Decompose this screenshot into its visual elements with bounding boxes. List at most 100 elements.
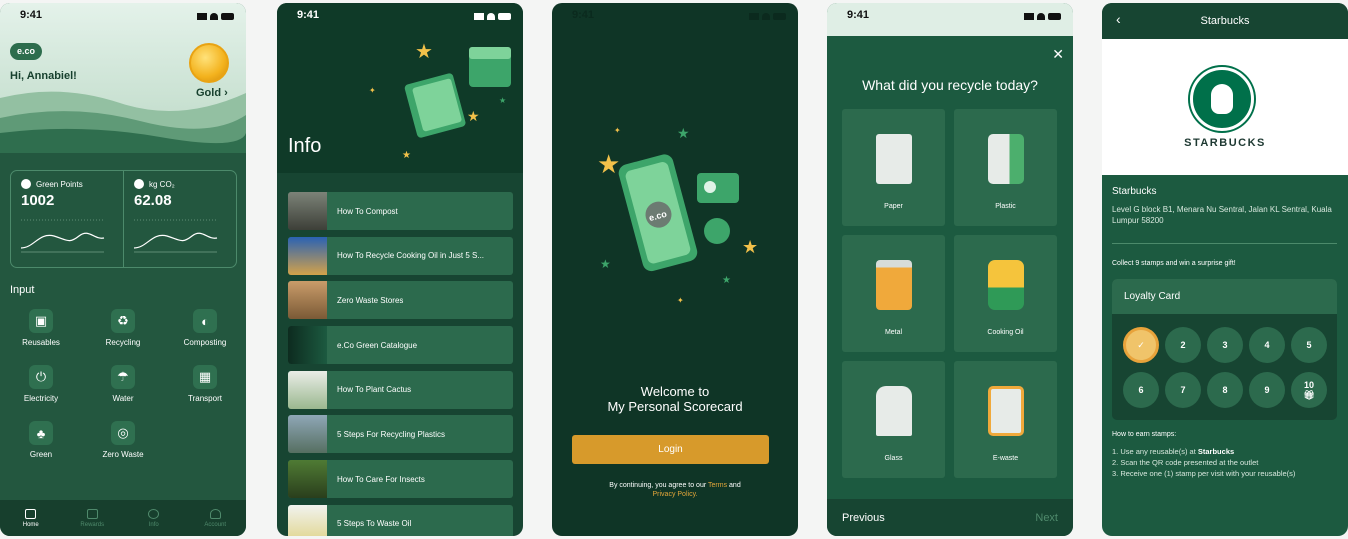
tab-rewards[interactable]: Rewards [62,500,124,536]
svg-text:★: ★ [499,96,506,105]
can-icon [876,260,912,310]
material-e-waste[interactable]: E-waste [954,361,1057,478]
leaf-icon [21,179,31,189]
list-item[interactable]: e.Co Green Catalogue [288,326,513,365]
svg-text:✦: ✦ [677,296,684,305]
starbucks-logo [1190,67,1254,131]
tab-account[interactable]: Account [185,500,247,536]
list-item[interactable]: 5 Steps For Recycling Plastics [288,415,513,454]
tab-info[interactable]: Info [123,500,185,536]
terms-prefix: By continuing, you agree to our [609,482,707,489]
article-title: How To Care For Insects [337,474,425,484]
recycle-screen: 9:41 ✕ What did you recycle today? Paper… [827,3,1073,536]
article-thumbnail [288,460,327,499]
phone-illustration: e.co ★ ★ ★ ★ ✦ ✦ ★ [597,125,758,305]
article-thumbnail [288,370,327,409]
tier-link[interactable]: Gold › [196,87,228,99]
status-time: 9:41 [297,9,320,21]
article-title: Zero Waste Stores [337,295,404,305]
tab-home[interactable]: Home [0,500,62,536]
loyalty-card: Loyalty Card ✓ 2 3 4 5 6 7 8 9 10 🎁︎ [1112,279,1337,420]
stats-card: Green Points 1002 kg CO₂ 62.08 [10,170,237,268]
svg-text:★: ★ [402,150,411,161]
article-thumbnail [288,236,327,275]
article-title: e.Co Green Catalogue [337,340,418,350]
list-item[interactable]: 5 Steps To Waste Oil [288,504,513,536]
article-title: How To Recycle Cooking Oil in Just 5 S..… [337,251,485,261]
tab-label: Home [22,521,39,528]
gold-coin-icon[interactable] [189,43,229,83]
co2-stat[interactable]: kg CO₂ 62.08 [123,171,236,267]
close-icon[interactable]: ✕ [1052,46,1064,63]
input-section-title: Input [10,284,35,296]
stamp-grid: ✓ 2 3 4 5 6 7 8 9 10 🎁︎ [1123,327,1327,408]
material-grid: Paper Plastic Metal Cooking Oil Glass E-… [842,109,1057,478]
svg-text:★: ★ [722,275,731,286]
terms-and: and [729,482,741,489]
category-electricity[interactable]: ⏻ Electricity [0,365,82,403]
category-composting[interactable]: ◐ Composting [164,309,246,347]
step-2: 2. Scan the QR code presented at the out… [1112,458,1259,467]
category-label: Reusables [22,338,60,347]
category-recycling[interactable]: ♻ Recycling [82,309,164,347]
svg-text:★: ★ [677,125,690,141]
category-reusables[interactable]: ▣ Reusables [0,309,82,347]
svg-text:✦: ✦ [369,86,376,95]
list-item[interactable]: Zero Waste Stores [288,281,513,320]
material-label: Plastic [995,203,1016,210]
article-title: How To Compost [337,206,398,216]
material-paper[interactable]: Paper [842,109,945,226]
category-label: Recycling [105,338,141,347]
article-thumbnail [288,415,327,454]
previous-button[interactable]: Previous [842,512,885,524]
stat-value: 62.08 [134,192,172,209]
category-water[interactable]: ☂ Water [82,365,164,403]
stamp-slot: 9 [1249,372,1285,408]
tab-label: Rewards [80,521,105,528]
material-metal[interactable]: Metal [842,235,945,352]
stamp-slot: 2 [1165,327,1201,363]
login-button[interactable]: Login [572,435,769,464]
paper-icon [876,134,912,184]
info-icon [148,508,160,519]
list-item[interactable]: How To Plant Cactus [288,370,513,409]
category-zero-waste[interactable]: ◎ Zero Waste [82,421,164,459]
divider [1112,243,1337,244]
status-time: 9:41 [847,9,870,21]
category-green[interactable]: ♣ Green [0,421,82,459]
device-icon [988,386,1024,436]
material-plastic[interactable]: Plastic [954,109,1057,226]
gift-icon [86,508,98,519]
privacy-policy-link[interactable]: Privacy Policy. [653,491,698,498]
material-cooking-oil[interactable]: Cooking Oil [954,235,1057,352]
list-item[interactable]: How To Compost [288,192,513,230]
material-glass[interactable]: Glass [842,361,945,478]
status-icons [474,9,511,23]
article-list: How To Compost How To Recycle Cooking Oi… [288,192,513,536]
article-title: 5 Steps For Recycling Plastics [337,429,446,439]
green-points-stat[interactable]: Green Points 1002 [11,171,123,267]
tap-icon: ☂ [111,365,135,389]
next-button[interactable]: Next [1035,512,1058,524]
brand-wordmark: STARBUCKS [1184,137,1266,149]
material-label: Glass [884,455,903,462]
status-icons [1024,9,1061,23]
article-title: 5 Steps To Waste Oil [337,519,412,529]
terms-text: By continuing, you agree to our Terms an… [552,481,798,499]
terms-link[interactable]: Terms [708,482,727,489]
oil-bottle-icon [988,260,1024,310]
nav-title: Starbucks [1200,15,1250,27]
stamp-slot: 4 [1249,327,1285,363]
material-label: E-waste [992,455,1019,462]
material-label: Metal [884,329,903,336]
material-label: Cooking Oil [987,329,1024,336]
cloud-icon [134,179,144,189]
list-item[interactable]: How To Care For Insects [288,460,513,499]
how-to-title: How to earn stamps: [1112,431,1177,438]
home-icon [25,508,37,519]
bottom-tab-bar: Home Rewards Info Account [0,500,246,536]
list-item[interactable]: How To Recycle Cooking Oil in Just 5 S..… [288,236,513,275]
svg-text:★: ★ [600,257,611,271]
category-transport[interactable]: ▦ Transport [164,365,246,403]
earn-steps: 1. Use any reusable(s) at Starbucks 2. S… [1112,446,1337,479]
